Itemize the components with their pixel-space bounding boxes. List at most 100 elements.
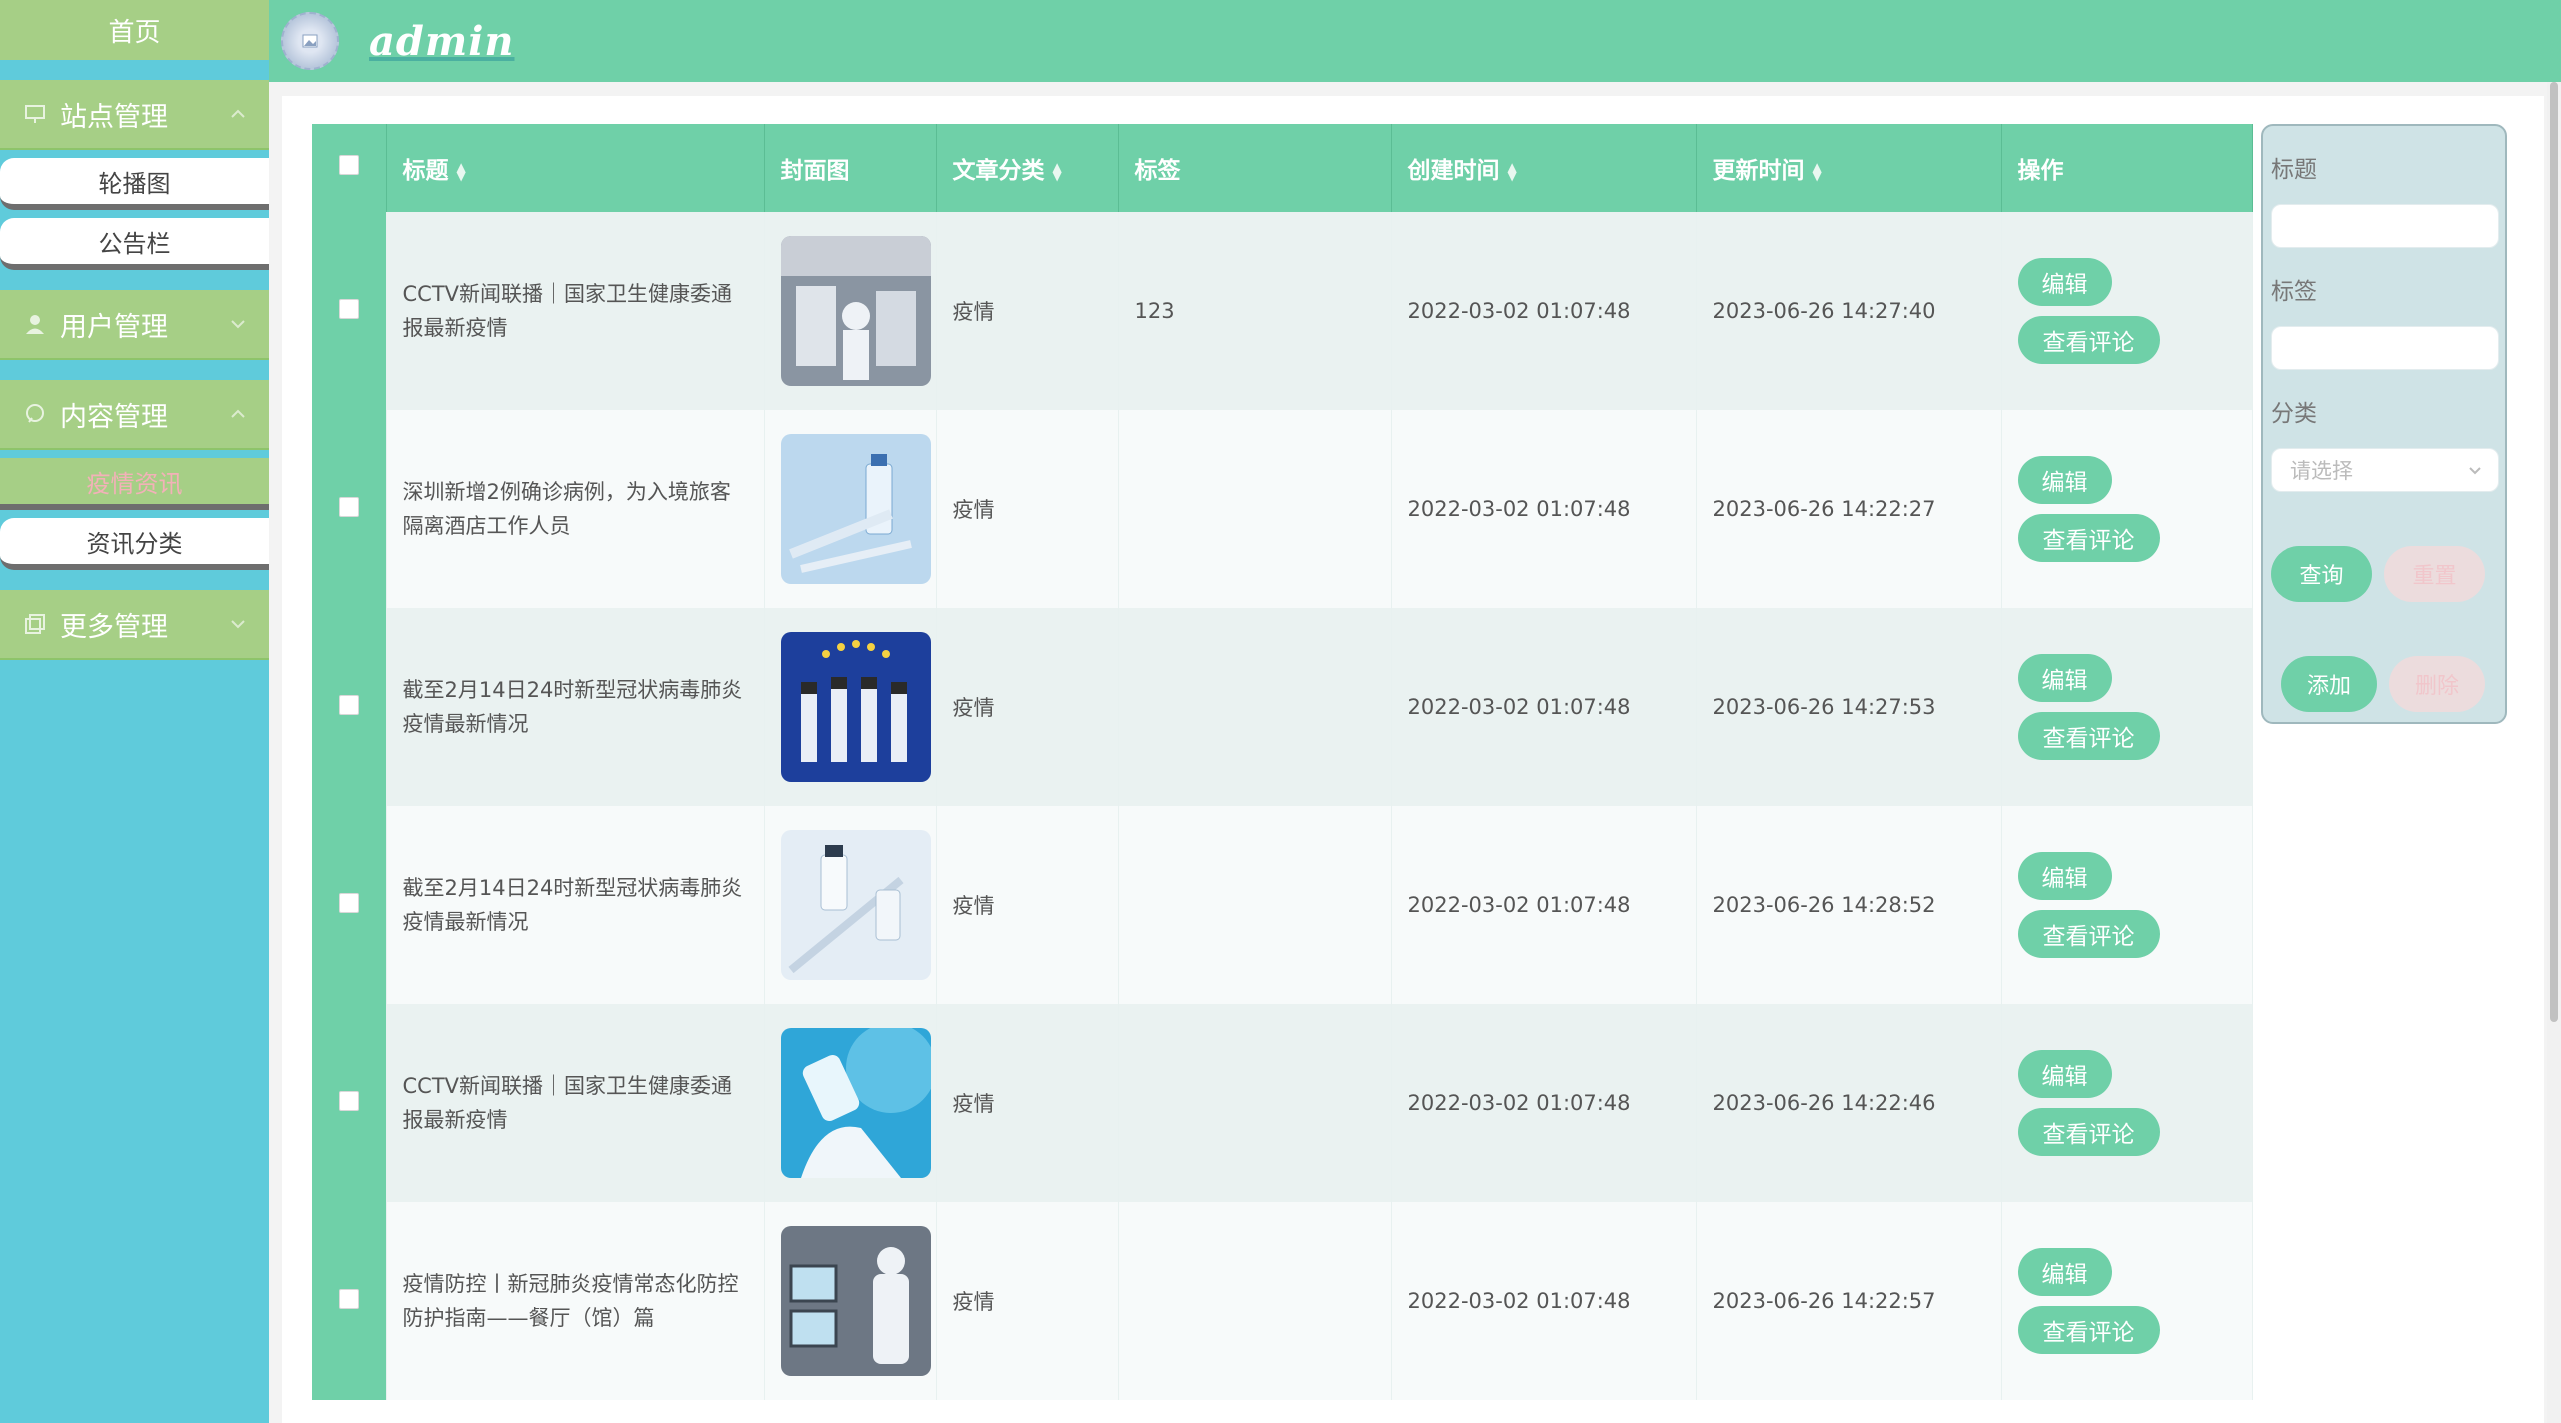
category-select-placeholder: 请选择 <box>2290 459 2353 483</box>
view-comments-button[interactable]: 查看评论 <box>2017 910 2160 958</box>
row-tag <box>1118 608 1392 806</box>
row-created: 2022-03-02 01:07:48 <box>1391 1202 1697 1400</box>
view-comments-button[interactable]: 查看评论 <box>2017 316 2160 364</box>
view-comments-button[interactable]: 查看评论 <box>2017 1108 2160 1156</box>
row-checkbox[interactable] <box>338 1090 359 1111</box>
sidebar-group-label: 站点管理 <box>60 101 168 133</box>
sort-icon[interactable]: ▲ ▼ <box>457 161 466 182</box>
row-checkbox-cell[interactable] <box>312 806 387 1004</box>
user-icon <box>22 311 48 337</box>
row-tag <box>1118 806 1392 1004</box>
category-select[interactable]: 请选择 <box>2271 448 2499 492</box>
sidebar-group-more[interactable]: 更多管理 <box>0 590 269 660</box>
row-cover <box>764 806 937 1004</box>
col-actions: 操作 <box>2001 124 2253 212</box>
delete-button[interactable]: 删除 <box>2389 656 2485 712</box>
row-category: 疫情 <box>936 806 1119 1004</box>
select-all-checkbox-cell[interactable] <box>312 124 387 212</box>
edit-button[interactable]: 编辑 <box>2017 654 2112 702</box>
sidebar-home[interactable]: 首页 <box>0 0 269 60</box>
tag-filter-input[interactable] <box>2271 326 2499 370</box>
row-created: 2022-03-02 01:07:48 <box>1391 212 1697 410</box>
chevron-up-icon <box>231 109 245 118</box>
edit-button[interactable]: 编辑 <box>2017 456 2112 504</box>
row-actions: 编辑 查看评论 <box>2001 212 2253 410</box>
vertical-scrollbar[interactable] <box>2547 82 2561 1423</box>
row-category: 疫情 <box>936 410 1119 608</box>
reset-button[interactable]: 重置 <box>2384 546 2485 602</box>
row-checkbox-cell[interactable] <box>312 410 387 608</box>
sidebar-item-news-category[interactable]: 资讯分类 <box>0 518 269 570</box>
chevron-down-icon <box>231 320 245 329</box>
row-checkbox[interactable] <box>338 1288 359 1309</box>
sort-icon[interactable]: ▲ ▼ <box>1508 161 1517 182</box>
cover-image <box>780 830 931 980</box>
row-title: CCTV新闻联播｜国家卫生健康委通报最新疫情 <box>386 1004 765 1202</box>
table-row: CCTV新闻联播｜国家卫生健康委通报最新疫情 疫情 2022-03-02 01:… <box>312 1004 2253 1202</box>
scrollbar-thumb[interactable] <box>2550 82 2558 1022</box>
col-updated[interactable]: 更新时间 ▲ ▼ <box>1696 124 2002 212</box>
title-filter-label: 标题 <box>2271 157 2317 183</box>
row-category: 疫情 <box>936 1202 1119 1400</box>
sort-icon[interactable]: ▲ ▼ <box>1053 161 1062 182</box>
row-title: CCTV新闻联播｜国家卫生健康委通报最新疫情 <box>386 212 765 410</box>
col-label: 标签 <box>1134 158 1181 184</box>
monitor-icon <box>22 101 48 127</box>
sort-icon[interactable]: ▲ ▼ <box>1813 161 1822 182</box>
title-filter-input[interactable] <box>2271 204 2499 248</box>
row-checkbox[interactable] <box>338 694 359 715</box>
cover-image <box>780 632 931 782</box>
query-button[interactable]: 查询 <box>2271 546 2372 602</box>
sidebar-item-carousel[interactable]: 轮播图 <box>0 158 269 210</box>
table-row: 截至2月14日24时新型冠状病毒肺炎疫情最新情况 疫情 2022-03-02 0… <box>312 806 2253 1004</box>
sidebar-group-content[interactable]: 内容管理 <box>0 380 269 450</box>
view-comments-button[interactable]: 查看评论 <box>2017 712 2160 760</box>
row-checkbox-cell[interactable] <box>312 1202 387 1400</box>
row-checkbox[interactable] <box>338 892 359 913</box>
row-actions: 编辑 查看评论 <box>2001 806 2253 1004</box>
row-checkbox-cell[interactable] <box>312 1004 387 1202</box>
sidebar-item-notice[interactable]: 公告栏 <box>0 218 269 270</box>
row-created: 2022-03-02 01:07:48 <box>1391 410 1697 608</box>
edit-button[interactable]: 编辑 <box>2017 1050 2112 1098</box>
sidebar-group-site[interactable]: 站点管理 <box>0 80 269 150</box>
row-title: 截至2月14日24时新型冠状病毒肺炎疫情最新情况 <box>386 806 765 1004</box>
edit-button[interactable]: 编辑 <box>2017 258 2112 306</box>
image-icon <box>302 34 318 48</box>
row-cover <box>764 1202 937 1400</box>
col-cover: 封面图 <box>764 124 937 212</box>
edit-button[interactable]: 编辑 <box>2017 852 2112 900</box>
sidebar-group-user[interactable]: 用户管理 <box>0 290 269 360</box>
row-tag <box>1118 1202 1392 1400</box>
view-comments-button[interactable]: 查看评论 <box>2017 514 2160 562</box>
row-updated: 2023-06-26 14:22:57 <box>1696 1202 2002 1400</box>
row-category: 疫情 <box>936 608 1119 806</box>
table-row: 截至2月14日24时新型冠状病毒肺炎疫情最新情况 疫情 2022-03-02 0… <box>312 608 2253 806</box>
row-updated: 2023-06-26 14:22:46 <box>1696 1004 2002 1202</box>
select-all-checkbox[interactable] <box>338 155 359 175</box>
row-checkbox[interactable] <box>338 496 359 517</box>
table-row: 疫情防控丨新冠肺炎疫情常态化防控防护指南——餐厅（馆）篇 疫情 2022-03-… <box>312 1202 2253 1400</box>
edit-button[interactable]: 编辑 <box>2017 1248 2112 1296</box>
chevron-down-icon <box>231 620 245 629</box>
sidebar-item-epidemic-news[interactable]: 疫情资讯 <box>0 458 269 510</box>
col-tag: 标签 <box>1118 124 1392 212</box>
row-checkbox[interactable] <box>338 298 359 319</box>
view-comments-button[interactable]: 查看评论 <box>2017 1306 2160 1354</box>
row-checkbox-cell[interactable] <box>312 212 387 410</box>
col-category[interactable]: 文章分类 ▲ ▼ <box>936 124 1119 212</box>
sidebar: 首页 站点管理 轮播图 公告栏 用户管理 内容管理 疫情资讯 资讯分类 更多管理 <box>0 0 269 1423</box>
col-created[interactable]: 创建时间 ▲ ▼ <box>1391 124 1697 212</box>
col-label: 封面图 <box>780 158 850 184</box>
col-label: 更新时间 <box>1712 158 1805 184</box>
add-button[interactable]: 添加 <box>2281 656 2377 712</box>
cover-image <box>780 1028 931 1178</box>
col-label: 创建时间 <box>1407 158 1500 184</box>
col-title[interactable]: 标题 ▲ ▼ <box>386 124 765 212</box>
table-row: 深圳新增2例确诊病例，为入境旅客隔离酒店工作人员 疫情 2022-03-02 0… <box>312 410 2253 608</box>
row-actions: 编辑 查看评论 <box>2001 1202 2253 1400</box>
row-checkbox-cell[interactable] <box>312 608 387 806</box>
col-label: 标题 <box>402 158 449 184</box>
avatar[interactable] <box>281 12 339 70</box>
cover-image <box>780 1226 931 1376</box>
